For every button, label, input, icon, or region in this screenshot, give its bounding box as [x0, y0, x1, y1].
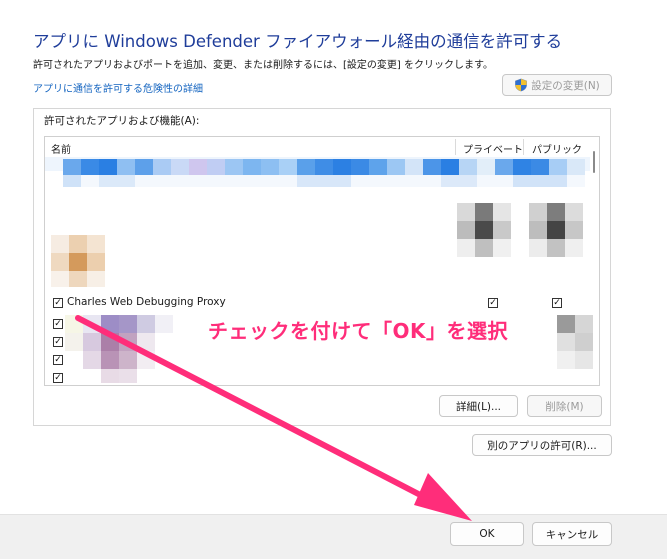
app-enable-checkbox[interactable]: ✓	[53, 355, 63, 365]
allow-other-app-button[interactable]: 別のアプリの許可(R)...	[472, 434, 612, 456]
change-settings-button[interactable]: 設定の変更(N)	[502, 74, 612, 96]
private-checkbox[interactable]: ✓	[488, 298, 498, 308]
app-enable-checkbox[interactable]: ✓	[53, 298, 63, 308]
redacted-icon-block	[51, 235, 111, 287]
redacted-pixel-block	[457, 203, 583, 257]
app-enable-checkbox[interactable]: ✓	[53, 319, 63, 329]
redacted-pixel-block	[45, 157, 590, 187]
checkmark-icon: ✓	[489, 297, 497, 308]
allowed-apps-label: 許可されたアプリおよび機能(A):	[44, 115, 200, 127]
column-header-name[interactable]: 名前	[51, 141, 71, 156]
column-header-public[interactable]: パブリック	[532, 141, 582, 156]
redacted-rows-bottom	[65, 315, 185, 383]
column-header-private[interactable]: プライベート	[463, 141, 523, 156]
checkmark-icon: ✓	[54, 318, 62, 329]
app-name-label: Charles Web Debugging Proxy	[67, 296, 226, 308]
checkmark-icon: ✓	[54, 297, 62, 308]
checkmark-icon: ✓	[54, 336, 62, 347]
dialog-description: 許可されたアプリおよびポートを追加、変更、または削除するには、[設定の変更] を…	[33, 60, 493, 71]
app-enable-checkbox[interactable]: ✓	[53, 373, 63, 383]
redacted-pixel-block	[65, 315, 173, 383]
dialog-title: アプリに Windows Defender ファイアウォール経由の通信を許可する	[33, 32, 563, 51]
public-checkbox[interactable]: ✓	[552, 298, 562, 308]
column-divider	[455, 139, 456, 155]
risk-details-link[interactable]: アプリに通信を許可する危険性の詳細	[33, 80, 203, 95]
scrollbar-thumb[interactable]	[593, 151, 595, 173]
ok-button[interactable]: OK	[450, 522, 524, 546]
uac-shield-icon	[515, 78, 528, 92]
redacted-rows-top	[45, 157, 590, 193]
checkmark-icon: ✓	[54, 354, 62, 365]
change-settings-label: 設定の変更(N)	[531, 79, 600, 92]
allowed-apps-list[interactable]: 名前 プライベート パブリック ✓ Charles Web Debugging …	[44, 136, 600, 386]
annotation-text: チェックを付けて「OK」を選択	[208, 319, 508, 343]
checkmark-icon: ✓	[553, 297, 561, 308]
list-scrollbar[interactable]	[591, 141, 597, 383]
details-button[interactable]: 詳細(L)...	[439, 395, 518, 417]
column-divider	[523, 139, 524, 155]
cancel-button[interactable]: キャンセル	[532, 522, 612, 546]
redacted-checkbox-block	[457, 203, 587, 257]
app-enable-checkbox[interactable]: ✓	[53, 337, 63, 347]
checkmark-icon: ✓	[54, 372, 62, 383]
remove-button[interactable]: 削除(M)	[527, 395, 602, 417]
redacted-pixel-block	[51, 235, 105, 287]
